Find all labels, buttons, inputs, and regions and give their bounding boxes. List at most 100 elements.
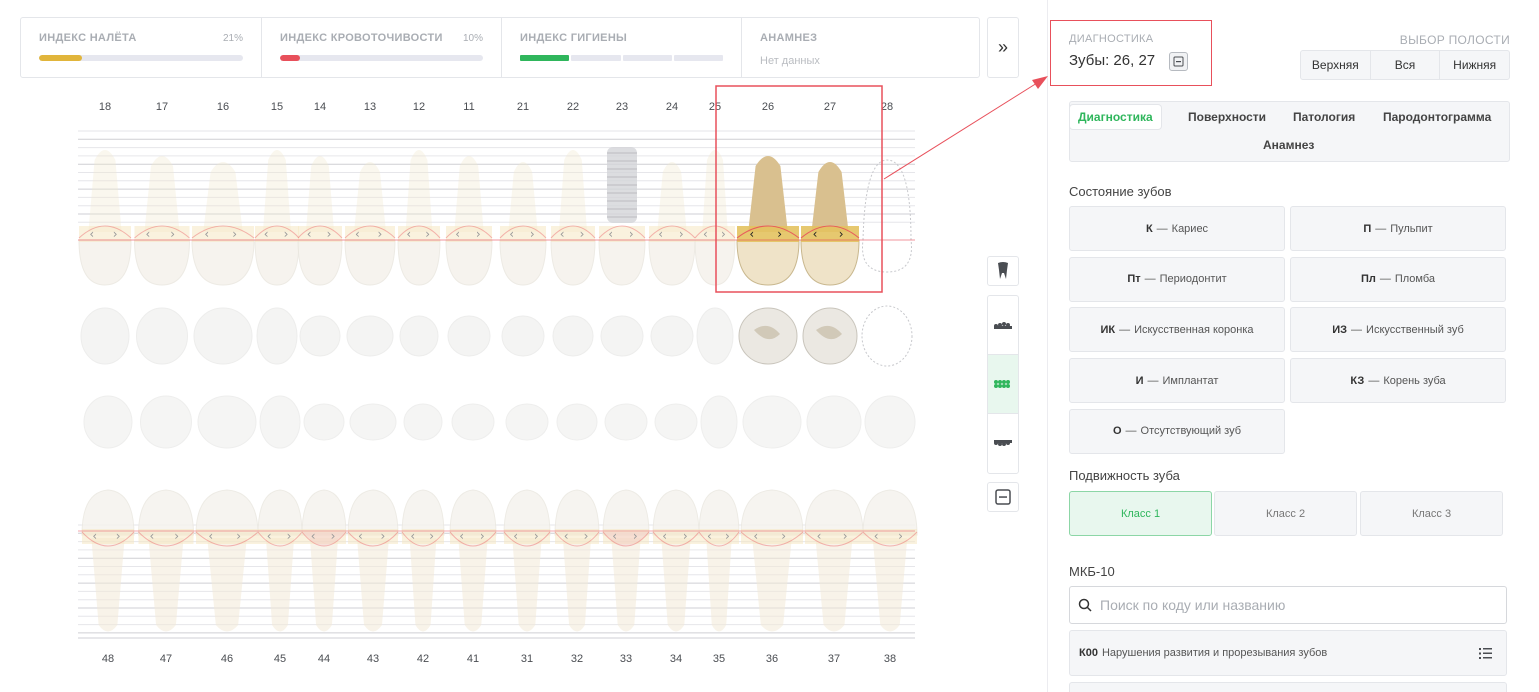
view-upper-jaw-button[interactable] [988, 296, 1018, 355]
collapse-view-button[interactable] [987, 482, 1019, 512]
occlusal-surface [451, 403, 495, 441]
jaw-all-button[interactable]: Вся [1371, 51, 1441, 79]
view-tooth-button[interactable] [987, 256, 1019, 286]
condition-code: П [1363, 222, 1372, 235]
tooth-crown [550, 239, 596, 286]
both-jaws-icon [994, 380, 1010, 388]
condition-button[interactable]: К — Кариес [1069, 206, 1285, 251]
pocket-marker-left: ‹ [560, 227, 565, 241]
mkb-search-input[interactable] [1100, 597, 1480, 613]
missing-tooth-outline [861, 305, 913, 367]
view-both-jaws-button[interactable] [988, 355, 1018, 414]
tooth-crown [347, 489, 399, 536]
tooth-root [405, 150, 433, 232]
condition-code: ИЗ [1332, 323, 1348, 336]
occlusal-surface [742, 395, 802, 449]
condition-button[interactable]: О — Отсутствующий зуб [1069, 408, 1285, 454]
pocket-marker-left: ‹ [509, 227, 514, 241]
condition-code: ИК [1100, 323, 1116, 336]
tab-pathology[interactable]: Патология [1285, 105, 1363, 129]
tooth-root [872, 538, 908, 632]
tooth-crown [195, 489, 259, 536]
occlusal-surface [447, 315, 491, 357]
occlusal-surface [696, 307, 734, 365]
tooth-crown [133, 239, 191, 286]
tab-diagnostics[interactable]: Диагностика [1070, 105, 1161, 129]
occlusal-surface [303, 403, 345, 441]
mobility-class-2-button[interactable]: Класс 2 [1214, 491, 1357, 536]
condition-button[interactable]: Пт — Периодонтит [1069, 256, 1285, 302]
pocket-marker-right: › [327, 227, 332, 241]
pocket-marker-right: › [629, 227, 634, 241]
tooth-root [88, 150, 122, 232]
condition-button[interactable]: ИЗ — Искусственный зуб [1290, 307, 1506, 353]
condition-code: К [1145, 222, 1153, 235]
condition-button[interactable]: ИК — Искусственная коронка [1069, 307, 1285, 353]
upper-jaw-icon [994, 322, 1012, 329]
mobility-class-1-button[interactable]: Класс 1 [1069, 491, 1212, 536]
condition-code: И [1135, 374, 1144, 387]
tooth-root [148, 538, 184, 632]
list-icon[interactable] [1479, 648, 1492, 659]
search-icon [1078, 598, 1092, 612]
mobility-class-3-button[interactable]: Класс 3 [1360, 491, 1503, 536]
mkb-list-item[interactable] [1069, 682, 1507, 692]
pocket-marker-right: › [839, 227, 844, 241]
tooth-crown [78, 239, 132, 286]
condition-dash: — [1147, 374, 1159, 387]
jaw-upper-button[interactable]: Верхняя [1301, 51, 1371, 79]
pocket-marker-left: ‹ [703, 227, 708, 241]
pocket-marker-right: › [679, 227, 684, 241]
pocket-marker-right: › [580, 227, 585, 241]
occlusal-surface [600, 315, 644, 357]
mkb-item-label: Нарушения развития и прорезывания зубов [1101, 647, 1328, 659]
condition-dash: — [1379, 273, 1391, 286]
occlusal-surface [193, 307, 253, 365]
occlusal-surface [501, 315, 545, 357]
tooth-crown [598, 239, 646, 286]
diagnostics-tabs: Диагностика Поверхности Патология Пародо… [1069, 101, 1510, 162]
tooth-root [748, 156, 788, 232]
occlusal-surface [700, 395, 738, 449]
jaw-selection-label: ВЫБОР ПОЛОСТИ [1399, 33, 1510, 47]
pocket-marker-left: ‹ [89, 227, 94, 241]
condition-label: Искусственный зуб [1366, 323, 1464, 336]
arrow-head-icon [1032, 76, 1048, 89]
tooth-root [454, 156, 484, 232]
condition-code: Пл [1360, 273, 1376, 286]
occlusal-surface [259, 395, 301, 449]
tab-surfaces[interactable]: Поверхности [1180, 105, 1274, 129]
tooth-crown [862, 489, 918, 536]
condition-dash: — [1368, 374, 1380, 387]
tab-periodontogram[interactable]: Пародонтограмма [1375, 105, 1499, 129]
pocket-marker-left: ‹ [264, 227, 269, 241]
condition-button[interactable]: Пл — Пломба [1290, 256, 1506, 302]
condition-button[interactable]: П — Пульпит [1290, 206, 1506, 251]
occlusal-surface [552, 315, 594, 357]
occlusal-surface [83, 395, 133, 449]
tab-anamnesis[interactable]: Анамнез [1255, 133, 1322, 157]
condition-label: Кариес [1171, 222, 1209, 235]
tooth-condition-title: Состояние зубов [1069, 184, 1172, 199]
condition-code: КЗ [1350, 374, 1365, 387]
occlusal-surface [864, 395, 916, 449]
jaw-selector: Верхняя Вся Нижняя [1300, 50, 1510, 80]
condition-label: Пульпит [1390, 222, 1433, 235]
jaw-lower-button[interactable]: Нижняя [1440, 51, 1509, 79]
tooth-crown [191, 239, 255, 286]
pocket-marker-right: › [170, 227, 175, 241]
mkb-item-code: К00 [1079, 647, 1098, 659]
occlusal-surface [604, 403, 648, 441]
condition-label: Искусственная коронка [1134, 323, 1254, 336]
condition-label: Пломба [1394, 273, 1436, 286]
view-lower-jaw-button[interactable] [988, 414, 1018, 473]
tooth-crown [694, 239, 736, 286]
condition-button[interactable]: И — Имплантат [1069, 358, 1285, 404]
condition-button[interactable]: КЗ — Корень зуба [1290, 358, 1506, 404]
tooth-root [262, 150, 292, 232]
mkb-search[interactable] [1069, 586, 1507, 624]
occlusal-surface [650, 315, 694, 357]
tooth-root [562, 538, 592, 632]
occlusal-surface [299, 315, 341, 357]
mkb-list-item[interactable]: К00 Нарушения развития и прорезывания зу… [1069, 630, 1507, 676]
